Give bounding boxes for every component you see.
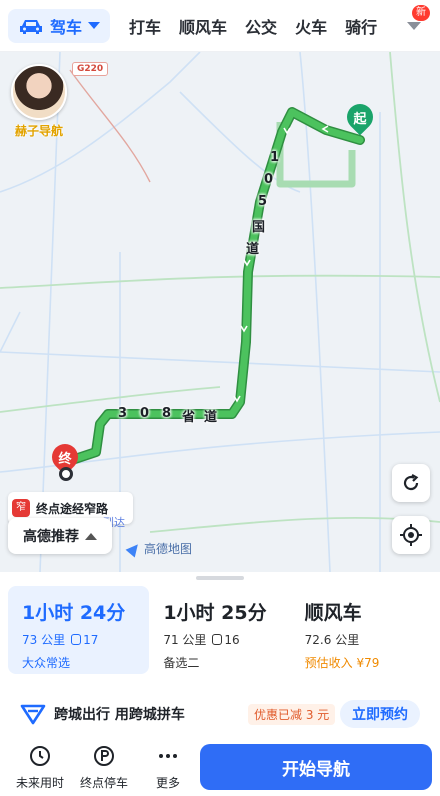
route-time: 顺风车 <box>304 602 362 624</box>
more-tabs-button[interactable]: 新 <box>388 0 440 51</box>
car-icon <box>20 19 42 34</box>
route-sheet: 1小时 24分 73 公里 17 大众常选 1小时 25分 71 公里 16 备选二… <box>0 572 440 796</box>
end-marker-label: 终 <box>58 451 72 467</box>
tab-train[interactable]: 火车 <box>295 14 327 38</box>
promo-text: 跨城出行 用跨城拼车 <box>54 707 185 723</box>
locate-button[interactable] <box>392 516 430 554</box>
tab-carpool[interactable]: 顺风车 <box>179 14 227 38</box>
road-label-308-char: 3 <box>118 406 128 421</box>
route-distance: 73 公里 <box>22 633 66 647</box>
amap-logo-icon <box>125 540 143 557</box>
route-lights: 17 <box>83 633 99 647</box>
route-time: 1小时 24分 <box>22 602 126 624</box>
route-distance: 71 公里 <box>163 633 207 647</box>
mode-selector-drive[interactable]: 驾车 <box>8 8 111 43</box>
watermark-text: 高德地图 <box>144 542 193 556</box>
road-label-308-char: 省 <box>182 410 196 425</box>
warning-icon: 窄 <box>12 499 30 517</box>
road-label-105-char: 5 <box>258 194 268 209</box>
navigator-avatar[interactable]: 赫子导航 <box>8 64 70 142</box>
new-badge: 新 <box>412 5 430 21</box>
route-tag: 备选二 <box>163 656 200 670</box>
recommend-label: 高德推荐 <box>23 529 79 545</box>
chevron-down-icon <box>88 22 101 29</box>
route-option-carpool[interactable]: 顺风车 72.6 公里 预估收入 ¥79 <box>291 586 432 674</box>
parking-label: 终点停车 <box>79 776 128 790</box>
road-label-105-char: 道 <box>246 242 260 257</box>
notice-text: 终点途经窄路 <box>36 501 109 516</box>
refresh-route-button[interactable] <box>392 464 430 502</box>
intercity-logo-icon <box>20 704 46 725</box>
action-bar: 未来用时 终点停车 更多 开始导航 <box>0 742 440 796</box>
route-options: 1小时 24分 73 公里 17 大众常选 1小时 25分 71 公里 16 备选二… <box>8 586 432 674</box>
start-navigation-button[interactable]: 开始导航 <box>200 744 432 790</box>
road-label-105-char: 1 <box>270 150 280 165</box>
parking-icon <box>94 746 114 766</box>
book-now-button[interactable]: 立即预约 <box>340 700 420 728</box>
map-view[interactable]: 赫子导航 G220 1 0 5 国 道 3 0 8 省 道 起 终 窄 终点途经… <box>0 52 440 572</box>
tab-taxi[interactable]: 打车 <box>129 14 161 38</box>
road-label-308-char: 8 <box>162 406 172 421</box>
road-label-308-char: 道 <box>204 410 218 425</box>
route-option-1[interactable]: 1小时 24分 73 公里 17 大众常选 <box>8 586 150 674</box>
traffic-light-icon <box>71 634 82 645</box>
traffic-light-icon <box>212 634 223 645</box>
future-time-label: 未来用时 <box>15 776 64 790</box>
sheet-handle[interactable] <box>196 576 244 580</box>
route-preference-button[interactable]: 高德推荐 <box>8 518 112 554</box>
mode-label: 驾车 <box>50 17 83 37</box>
start-marker-label: 起 <box>353 111 367 127</box>
start-marker[interactable]: 起 <box>341 98 379 136</box>
refresh-icon <box>403 474 419 491</box>
route-meta: 73 公里 17 <box>22 631 149 648</box>
more-dots-icon <box>159 754 177 758</box>
route-tag: 预估收入 ¥79 <box>304 656 380 670</box>
future-time-button[interactable]: 未来用时 <box>10 744 70 791</box>
more-button[interactable]: 更多 <box>138 744 198 791</box>
more-label: 更多 <box>155 776 180 790</box>
road-label-308-char: 0 <box>140 406 150 421</box>
route-option-2[interactable]: 1小时 25分 71 公里 16 备选二 <box>149 586 290 674</box>
route-distance: 72.6 公里 <box>304 633 360 647</box>
tab-bike[interactable]: 骑行 <box>345 14 377 38</box>
locate-icon <box>400 524 422 546</box>
transport-mode-bar: 驾车 打车 顺风车 公交 火车 骑行 新 <box>0 0 440 52</box>
tab-bus[interactable]: 公交 <box>245 14 277 38</box>
avatar-label: 赫子导航 <box>14 124 63 138</box>
clock-icon <box>30 746 50 766</box>
road-label-105-char: 国 <box>252 220 266 235</box>
intercity-promo[interactable]: 跨城出行 用跨城拼车 优惠已减 3 元 立即预约 <box>0 696 440 732</box>
road-label-105-char: 0 <box>264 172 274 187</box>
road-shield-g220: G220 <box>72 62 109 76</box>
destination-dot <box>59 467 73 481</box>
route-lights: 16 <box>224 633 240 647</box>
route-meta: 71 公里 16 <box>163 631 290 648</box>
avatar-image <box>11 64 67 120</box>
amap-watermark: 高德地图 <box>125 540 193 557</box>
route-meta: 72.6 公里 <box>305 631 432 648</box>
dropdown-icon <box>407 22 421 30</box>
destination-parking-button[interactable]: 终点停车 <box>74 744 134 791</box>
route-time: 1小时 25分 <box>163 602 267 624</box>
discount-badge: 优惠已减 3 元 <box>248 704 336 725</box>
chevron-up-icon <box>85 532 97 540</box>
route-tag: 大众常选 <box>22 656 71 670</box>
